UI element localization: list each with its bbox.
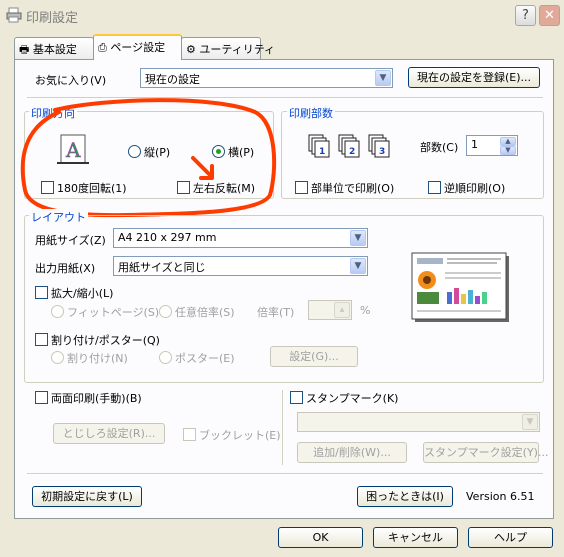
reset-defaults-button[interactable]: 初期設定に戻す(L) [32, 486, 142, 507]
register-current-button[interactable]: 現在の設定を登録(E)... [408, 67, 540, 88]
booklet-label: ブックレット(E) [199, 429, 281, 442]
zoom-checkbox[interactable] [35, 286, 48, 299]
title-bar: 印刷設定 ? ✕ [0, 0, 564, 30]
custom-ratio-radio[interactable] [159, 305, 172, 318]
nup-label: 割り付け/ポスター(Q) [51, 334, 160, 347]
copies-count-label: 部数(C) [420, 141, 459, 154]
paper-size-label: 用紙サイズ(Z) [35, 234, 106, 247]
favorites-select[interactable]: 現在の設定 ▼ [140, 68, 393, 88]
ratio-label: 倍率(T) [257, 306, 295, 319]
printer-icon: 🖶 [19, 43, 30, 56]
chevron-down-icon: ▼ [350, 230, 366, 246]
svg-text:2: 2 [349, 147, 355, 157]
troubleshoot-button[interactable]: 困ったときは(I) [357, 486, 453, 507]
favorites-value: 現在の設定 [145, 73, 200, 86]
collate-label: 部単位で印刷(O) [311, 182, 395, 195]
utility-icon: ⚙ [186, 43, 196, 56]
duplex-checkbox[interactable] [35, 391, 48, 404]
window-title: 印刷設定 [26, 11, 79, 26]
help-button[interactable]: ヘルプ [468, 527, 553, 548]
stamp-checkbox[interactable] [290, 391, 303, 404]
spin-down-icon[interactable]: ▼ [500, 146, 516, 155]
cancel-button[interactable]: キャンセル [373, 527, 458, 548]
collate-checkbox[interactable] [295, 181, 308, 194]
print-settings-window: 印刷設定 ? ✕ 🖶 基本設定 ⎙ ページ設定 ⚙ ユーティリティ お気に入り(… [0, 0, 564, 557]
favorites-label: お気に入り(V) [35, 74, 107, 87]
collate-pages-icon: 1 2 3 [308, 134, 390, 158]
reverse-order-label: 逆順印刷(O) [444, 182, 506, 195]
hand-drawn-annotation [20, 98, 277, 218]
chevron-down-icon: ▼ [350, 258, 366, 274]
stamp-label: スタンプマーク(K) [306, 392, 399, 405]
binding-margin-button[interactable]: とじしろ設定(R)... [53, 423, 165, 444]
copies-count-value: 1 [471, 138, 478, 151]
tab-label: ページ設定 [110, 41, 166, 54]
chevron-down-icon: ▼ [375, 70, 391, 86]
poster-radio[interactable] [159, 351, 172, 364]
svg-text:3: 3 [379, 147, 385, 157]
zoom-label: 拡大/縮小(L) [51, 287, 114, 300]
output-paper-label: 出力用紙(X) [35, 262, 96, 275]
page-preview-icon [411, 252, 509, 322]
divider [27, 473, 543, 475]
nup-radio[interactable] [51, 351, 64, 364]
stamp-select[interactable]: ▼ [297, 412, 540, 432]
tab-label: ユーティリティ [199, 43, 276, 56]
help-title-button[interactable]: ? [515, 5, 536, 26]
duplex-label: 両面印刷(手動)(B) [51, 392, 142, 405]
booklet-checkbox[interactable] [183, 428, 196, 441]
tab-basic[interactable]: 🖶 基本設定 [14, 37, 94, 59]
page-setup-panel: お気に入り(V) 現在の設定 ▼ 現在の設定を登録(E)... 印刷方向 A 縦… [14, 59, 554, 519]
vertical-divider [282, 390, 284, 465]
tab-utility[interactable]: ⚙ ユーティリティ [181, 37, 275, 59]
paper-size-select[interactable]: A4 210 x 297 mm ▼ [113, 228, 368, 248]
spin-icon: ▴ [334, 302, 350, 318]
layout-group-label: レイアウト [29, 209, 88, 225]
tab-label: 基本設定 [32, 43, 77, 56]
spin-up-icon[interactable]: ▲ [500, 137, 516, 146]
tab-page-setup[interactable]: ⎙ ページ設定 [93, 34, 182, 60]
nup-checkbox[interactable] [35, 333, 48, 346]
copies-count-spinner[interactable]: 1 ▲ ▼ [466, 135, 518, 156]
poster-label: ポスター(E) [175, 352, 235, 365]
svg-text:1: 1 [319, 147, 325, 157]
custom-ratio-label: 任意倍率(S) [175, 306, 235, 319]
output-paper-value: 用紙サイズと同じ [118, 261, 206, 274]
stamp-settings-button[interactable]: スタンプマーク設定(Y)... [423, 442, 548, 463]
page-setup-icon: ⎙ [98, 41, 107, 54]
ok-button[interactable]: OK [278, 527, 363, 548]
output-paper-select[interactable]: 用紙サイズと同じ ▼ [113, 256, 368, 276]
version-text: Version 6.51 [466, 490, 535, 503]
close-button[interactable]: ✕ [539, 5, 560, 26]
chevron-down-icon: ▼ [522, 414, 538, 430]
stamp-add-delete-button[interactable]: 追加/削除(W)... [297, 442, 407, 463]
copies-group-label: 印刷部数 [287, 105, 335, 121]
printer-icon [6, 7, 22, 23]
fit-page-radio[interactable] [51, 305, 64, 318]
ratio-unit: % [360, 304, 371, 317]
paper-size-value: A4 210 x 297 mm [118, 231, 217, 244]
layout-settings-button[interactable]: 設定(G)... [270, 346, 358, 367]
ratio-spinner[interactable]: ▴ [308, 300, 352, 320]
nup-radio-label: 割り付け(N) [67, 352, 128, 365]
reverse-order-checkbox[interactable] [428, 181, 441, 194]
fit-page-label: フィットページ(S) [67, 306, 160, 319]
